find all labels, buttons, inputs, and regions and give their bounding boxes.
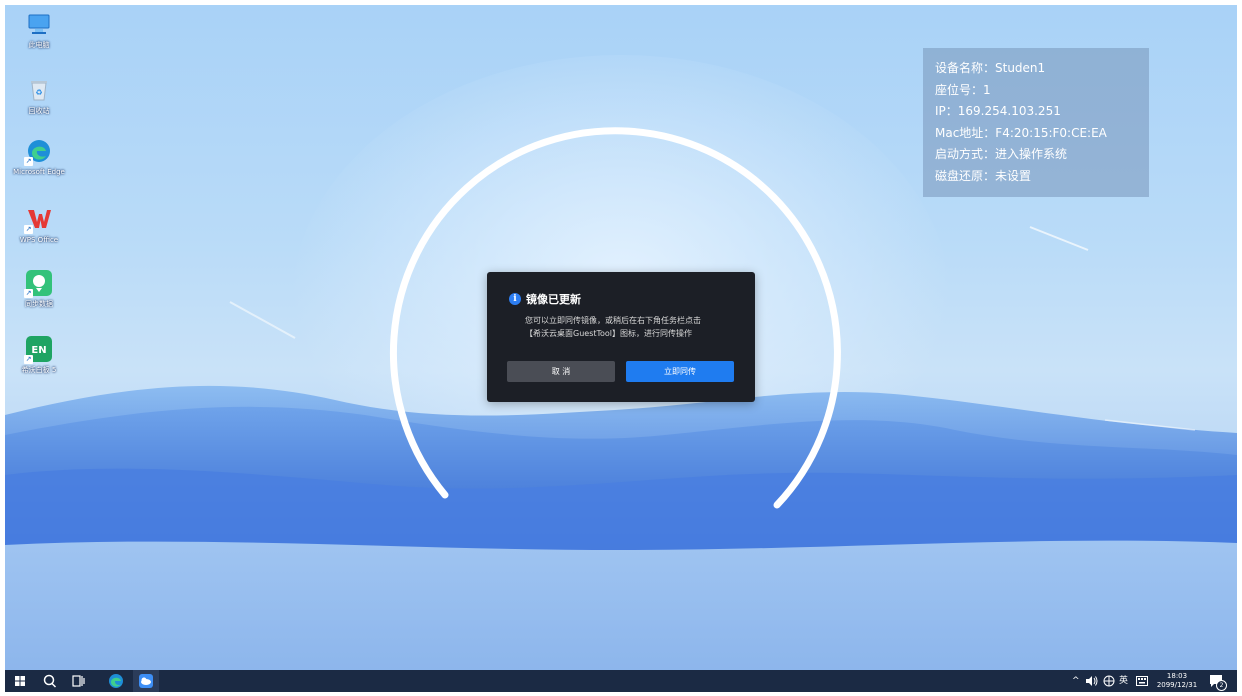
- shortcut-arrow-icon: ↗: [24, 225, 33, 234]
- shortcut-arrow-icon: ↗: [24, 355, 33, 364]
- mac-address-text: Mac地址：F4:20:15:F0:CE:EA: [935, 125, 1107, 140]
- edge-icon: [109, 674, 123, 688]
- keyboard-icon[interactable]: [1136, 676, 1148, 686]
- wps-office-icon: ↗: [24, 206, 52, 234]
- dialog-message: 您可以立即同传镜像，或稍后在右下角任务栏点击 【希沃云桌面GuestTool】图…: [525, 314, 745, 340]
- task-view-button[interactable]: [65, 670, 91, 692]
- desktop-icon-label: WPS Office: [19, 236, 59, 244]
- guesttool-icon: [139, 674, 153, 688]
- desktop-icon-edge[interactable]: ↗ Microsoft Edge: [11, 138, 67, 177]
- boot-mode-text: 启动方式：进入操作系统: [935, 147, 1068, 162]
- seat-number-text: 座位号：1: [935, 82, 991, 97]
- desktop-icon-label: 回收站: [28, 107, 50, 115]
- clock-time: 18:03: [1166, 672, 1188, 680]
- seewo-whiteboard-icon: EN ↗: [24, 336, 52, 364]
- device-info-panel: 设备名称：Studen1 座位号：1 IP：169.254.103.251 Ma…: [923, 48, 1149, 197]
- sync-data-icon: ↗: [24, 270, 52, 298]
- dialog-message-line: 【希沃云桌面GuestTool】图标，进行同传操作: [525, 329, 693, 338]
- svg-text:EN: EN: [31, 345, 46, 356]
- search-button[interactable]: [37, 670, 63, 692]
- clock[interactable]: 18:03 2099/12/31: [1155, 672, 1199, 690]
- desktop-icon-sync-data[interactable]: ↗ 同步数据: [11, 270, 67, 309]
- cancel-button[interactable]: 取 消: [507, 361, 615, 382]
- taskbar: ^ 英 18:03 2099/12/31 2: [5, 670, 1237, 692]
- ip-address-text: IP：169.254.103.251: [935, 104, 1061, 119]
- show-hidden-icons-button[interactable]: ^: [1072, 670, 1080, 692]
- desktop-icon-label: Microsoft Edge: [13, 168, 65, 176]
- info-icon: i: [509, 293, 521, 305]
- dialog-title: i 镜像已更新: [509, 291, 581, 307]
- dialog-title-text: 镜像已更新: [526, 293, 581, 306]
- taskbar-guesttool-button[interactable]: [133, 670, 159, 692]
- desktop-background: 此电脑 ♻ 回收站 ↗ Microsoft Edge ↗ WPS Office …: [5, 5, 1237, 670]
- taskbar-edge-button[interactable]: [103, 670, 129, 692]
- recycle-bin-icon: ♻: [26, 77, 52, 103]
- start-button[interactable]: [7, 670, 33, 692]
- desktop-icon-wps-office[interactable]: ↗ WPS Office: [11, 206, 67, 245]
- image-updated-dialog: i 镜像已更新 您可以立即同传镜像，或稍后在右下角任务栏点击 【希沃云桌面Gue…: [487, 272, 755, 402]
- desktop-icon-label: 希沃白板 5: [21, 366, 57, 374]
- desktop-icon-label: 此电脑: [28, 41, 50, 49]
- clock-date: 2099/12/31: [1156, 681, 1198, 689]
- dialog-message-line: 您可以立即同传镜像，或稍后在右下角任务栏点击: [525, 316, 701, 325]
- notification-center-button[interactable]: 2: [1208, 673, 1227, 691]
- desktop-icon-recycle-bin[interactable]: ♻ 回收站: [11, 77, 67, 116]
- edge-icon: ↗: [24, 138, 52, 166]
- notification-badge: 2: [1216, 680, 1227, 691]
- device-name-text: 设备名称：Studen1: [935, 61, 1046, 75]
- computer-icon: [26, 11, 52, 37]
- ime-icon[interactable]: [1102, 675, 1116, 687]
- svg-text:♻: ♻: [35, 88, 42, 97]
- shortcut-arrow-icon: ↗: [24, 157, 33, 166]
- disk-restore-text: 磁盘还原：未设置: [935, 168, 1032, 183]
- search-icon: [43, 674, 57, 688]
- desktop-icon-seewo-whiteboard[interactable]: EN ↗ 希沃白板 5: [11, 336, 67, 375]
- sync-now-button[interactable]: 立即同传: [626, 361, 734, 382]
- input-language-indicator[interactable]: 英: [1119, 670, 1128, 692]
- desktop-icon-this-pc[interactable]: 此电脑: [11, 11, 67, 50]
- shortcut-arrow-icon: ↗: [24, 289, 33, 298]
- volume-icon[interactable]: [1085, 675, 1099, 687]
- desktop-icon-label: 同步数据: [25, 300, 53, 308]
- start-icon: [15, 676, 25, 686]
- task-view-icon: [72, 675, 85, 687]
